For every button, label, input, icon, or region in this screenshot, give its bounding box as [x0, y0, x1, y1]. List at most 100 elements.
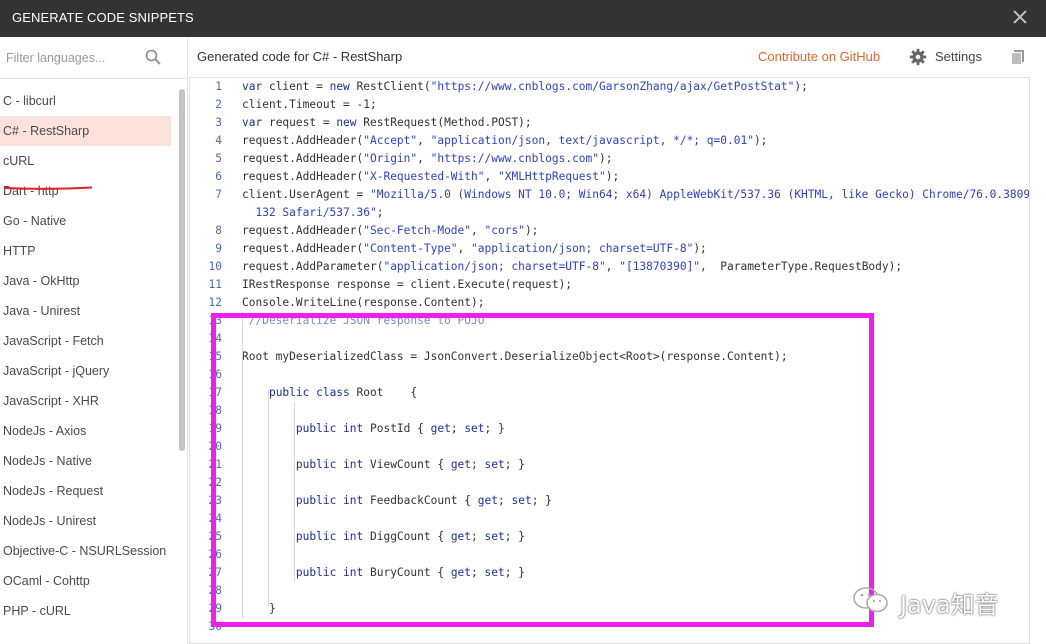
code-token: new	[329, 80, 350, 93]
code-token: IRestResponse response = client.Execute(…	[242, 278, 573, 291]
code-token: ;	[471, 530, 485, 543]
code-token: client.Timeout = -1;	[242, 98, 377, 111]
code-token: FeedbackCount {	[363, 494, 478, 507]
code-token: ; }	[504, 458, 525, 471]
line-number: 12	[208, 296, 222, 309]
code-token: "X-Requested-With"	[363, 170, 485, 183]
code-token: client.UserAgent =	[242, 188, 370, 201]
settings-label: Settings	[935, 49, 982, 64]
code-line: 21 public int ViewCount { get; set; }	[190, 456, 1029, 474]
language-item[interactable]: NodeJs - Axios	[0, 416, 176, 446]
line-number: 4	[215, 134, 222, 147]
code-token: new	[336, 116, 357, 129]
code-line: 30	[190, 618, 1029, 636]
code-token: request.AddHeader(	[242, 152, 364, 165]
line-number: 29	[208, 602, 222, 615]
line-number: 19	[208, 422, 222, 435]
code-text: public int PostId { get; set; }	[242, 420, 505, 438]
code-line: 13 //Deserialize JSON response to POJO	[190, 312, 1029, 330]
code-token: ,	[457, 242, 472, 255]
code-token: "cors"	[484, 224, 525, 237]
code-token: BuryCount {	[363, 566, 451, 579]
code-line: 23 public int FeedbackCount { get; set; …	[190, 492, 1029, 510]
language-item[interactable]: Java - OkHttp	[0, 266, 176, 296]
code-text: request.AddHeader("Accept", "application…	[242, 132, 767, 150]
code-token: ,	[471, 224, 485, 237]
line-number: 14	[208, 332, 222, 345]
code-text: var request = new RestRequest(Method.POS…	[242, 114, 532, 132]
code-line: 3 var request = new RestRequest(Method.PO…	[190, 114, 1029, 132]
line-number: 21	[208, 458, 222, 471]
red-underline-annotation	[3, 186, 93, 190]
language-item[interactable]: PHP - cURL	[0, 596, 176, 626]
line-number: 17	[208, 386, 222, 399]
code-token: }	[242, 602, 276, 615]
code-token: ; }	[484, 422, 505, 435]
code-line: 15 Root myDeserializedClass = JsonConvert…	[190, 348, 1029, 366]
code-text: 132 Safari/537.36";	[242, 204, 383, 222]
language-item[interactable]: Java - Unirest	[0, 296, 176, 326]
search-icon[interactable]	[145, 49, 161, 65]
language-item[interactable]: JavaScript - jQuery	[0, 356, 176, 386]
language-item[interactable]: NodeJs - Request	[0, 476, 176, 506]
code-token: get	[450, 458, 472, 471]
language-item[interactable]: C - libcurl	[0, 86, 176, 116]
code-token: "application/json; charset=UTF-8"	[383, 260, 606, 273]
code-token: ; }	[504, 566, 525, 579]
watermark-text: Java知音	[900, 591, 999, 619]
language-item[interactable]: NodeJs - Native	[0, 446, 176, 476]
code-text: public int DiggCount { get; set; }	[242, 528, 525, 546]
language-item[interactable]: Dart - http	[0, 176, 176, 206]
language-item[interactable]: NodeJs - Unirest	[0, 506, 176, 536]
code-token: ,	[417, 134, 431, 147]
indent-guide	[268, 390, 269, 606]
code-token: public int	[295, 422, 364, 435]
code-line: 12 Console.WriteLine(response.Content);	[190, 294, 1029, 312]
close-icon[interactable]	[1010, 7, 1030, 27]
line-number: 18	[208, 404, 222, 417]
code-line: 10 request.AddParameter("application/json…	[190, 258, 1029, 276]
indent-guide	[294, 402, 295, 582]
language-item[interactable]: JavaScript - XHR	[0, 386, 176, 416]
line-number: 30	[208, 620, 222, 633]
code-token: "Content-Type"	[363, 242, 458, 255]
code-line: 22	[190, 474, 1029, 492]
code-token: client =	[262, 80, 330, 93]
code-text: request.AddHeader("X-Requested-With", "X…	[242, 168, 619, 186]
language-item[interactable]: cURL	[0, 146, 176, 176]
generate-code-snippets-dialog: GENERATE CODE SNIPPETS C - libcurlC# - R…	[0, 0, 1046, 644]
code-token: set	[464, 422, 485, 435]
code-token: );	[794, 80, 808, 93]
code-line: 25 public int DiggCount { get; set; }	[190, 528, 1029, 546]
language-item[interactable]: C# - RestSharp	[0, 116, 171, 146]
code-editor[interactable]: 1 var client = new RestClient("https://ww…	[189, 77, 1030, 644]
copy-icon[interactable]	[1010, 49, 1026, 65]
code-token: "Origin"	[363, 152, 418, 165]
code-token: request.AddHeader(	[242, 134, 364, 147]
code-line: 24	[190, 510, 1029, 528]
code-line: 8 request.AddHeader("Sec-Fetch-Mode", "co…	[190, 222, 1029, 240]
code-text: Console.WriteLine(response.Content);	[242, 294, 484, 312]
line-number: 27	[208, 566, 222, 579]
code-token: "https://www.cnblogs.com/GarsonZhang/aja…	[430, 80, 795, 93]
line-number: 15	[208, 350, 222, 363]
code-token: get	[450, 566, 472, 579]
line-number: 9	[215, 242, 222, 255]
code-token: var	[242, 116, 263, 129]
sidebar-scrollbar[interactable]	[179, 89, 185, 451]
language-item[interactable]: OCaml - Cohttp	[0, 566, 176, 596]
line-number: 8	[215, 224, 222, 237]
language-item[interactable]: Go - Native	[0, 206, 176, 236]
contribute-on-github-link[interactable]: Contribute on GitHub	[758, 49, 880, 64]
code-token: "Mozilla/5.0 (Windows NT 10.0; Win64; x6…	[369, 188, 1030, 201]
line-number: 10	[208, 260, 222, 273]
code-text: request.AddHeader("Sec-Fetch-Mode", "cor…	[242, 222, 538, 240]
code-line: 18	[190, 402, 1029, 420]
language-item[interactable]: HTTP	[0, 236, 176, 266]
filter-languages-input[interactable]	[6, 47, 156, 69]
language-item[interactable]: JavaScript - Fetch	[0, 326, 176, 356]
line-number: 24	[208, 512, 222, 525]
code-token: Root {	[349, 386, 418, 399]
language-item[interactable]: Objective-C - NSURLSession	[0, 536, 176, 566]
code-token: set	[484, 566, 505, 579]
